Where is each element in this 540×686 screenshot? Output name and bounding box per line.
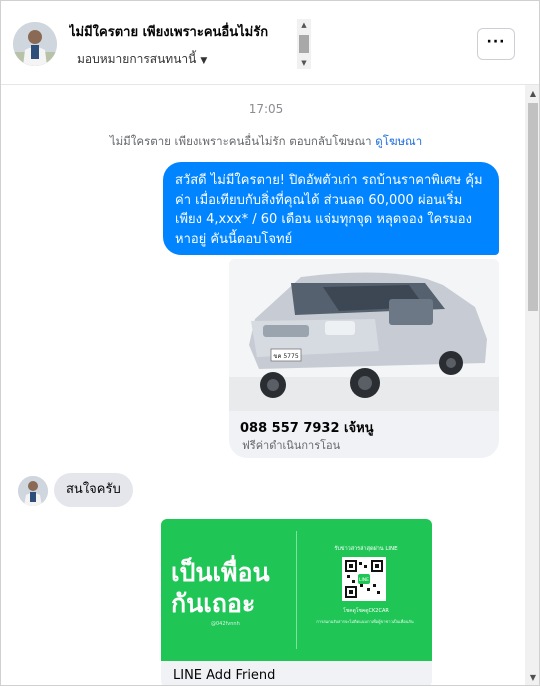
scroll-down-arrow-icon[interactable]: ▼ [525,671,539,685]
outgoing-message-bubble[interactable]: สวัสดี ไม่มีใครตาย! ปิดอัพตัวเก่า รถบ้าน… [163,162,499,255]
license-plate-text: ขค 5775 [273,353,298,360]
ad-reply-text: ไม่มีใครตาย เพียงเพราะคนอื่นไม่รัก ตอบกล… [109,134,372,148]
line-promo-image: เป็นเพื่อน กันเถอะ @042fvnnh รับข่าวสารล… [161,519,432,661]
qr-line-badge: LINE [359,577,369,583]
ad-caption: ฟรีค่าดำเนินการโอน [242,439,341,452]
sender-avatar[interactable] [18,476,48,506]
conversation-header: ไม่มีใครตาย เพียงเพราะคนอื่นไม่รัก มอบหม… [1,1,539,85]
assign-conversation-label: มอบหมายการสนทนานี้ [77,52,197,66]
more-options-button[interactable]: ··· [477,28,515,60]
line-right-note: การสแกนรับสารจะไม่ติดแนบกาเพื่อผู้ขาชาวเ… [316,619,414,624]
conversation-scroll-thumb[interactable] [528,103,538,311]
ad-phone-contact: 088 557 7932 เจ้หนู [240,421,374,436]
contact-avatar[interactable] [13,22,57,66]
line-add-friend-label: LINE Add Friend [173,668,276,683]
line-add-friend-card[interactable]: เป็นเพื่อน กันเถอะ @042fvnnh รับข่าวสารล… [161,519,432,685]
pickup-truck-photo: ขค 5775 [229,259,499,411]
conversation-title: ไม่มีใครตาย เพียงเพราะคนอื่นไม่รัก [69,25,269,40]
ad-reply-note: ไม่มีใครตาย เพียงเพราะคนอื่นไม่รัก ตอบกล… [1,133,531,151]
line-headline-line1: เป็นเพื่อน [171,558,270,587]
qr-code-icon: LINE [342,557,386,601]
line-headline-line2: กันเถอะ [171,589,256,618]
view-ad-link[interactable]: ดูโฆษณา [375,134,422,148]
line-handle: @042fvnnh [211,621,240,627]
more-dots-icon: ··· [486,34,506,50]
message-timestamp: 17:05 [248,102,284,116]
scroll-up-arrow-icon[interactable]: ▲ [525,87,539,101]
messenger-conversation: ไม่มีใครตาย เพียงเพราะคนอื่นไม่รัก มอบหม… [0,0,540,686]
title-scrollbar[interactable]: ▲ ▼ [297,19,311,69]
line-divider [296,531,297,649]
assign-conversation-dropdown[interactable]: มอบหมายการสนทนานี้ ▼ [77,50,207,69]
scroll-down-arrow-icon[interactable]: ▼ [297,57,311,69]
line-headline: เป็นเพื่อน กันเถอะ [171,557,270,619]
title-scroll-thumb[interactable] [299,35,309,53]
caret-down-icon: ▼ [200,56,208,66]
incoming-message-bubble[interactable]: สนใจครับ [54,473,133,507]
line-right-title: รับข่าวสารล่าสุดผ่าน LINE [334,546,398,552]
ad-attachment-card[interactable]: ขค 5775 088 557 7932 เจ้หนู ฟรีค่าดำเนิน… [229,259,499,458]
scroll-up-arrow-icon[interactable]: ▲ [297,19,311,31]
line-right-sub: โชคดูโชคดูCK2CAR [343,608,389,614]
conversation-scrollbar[interactable]: ▲ ▼ [525,85,539,685]
